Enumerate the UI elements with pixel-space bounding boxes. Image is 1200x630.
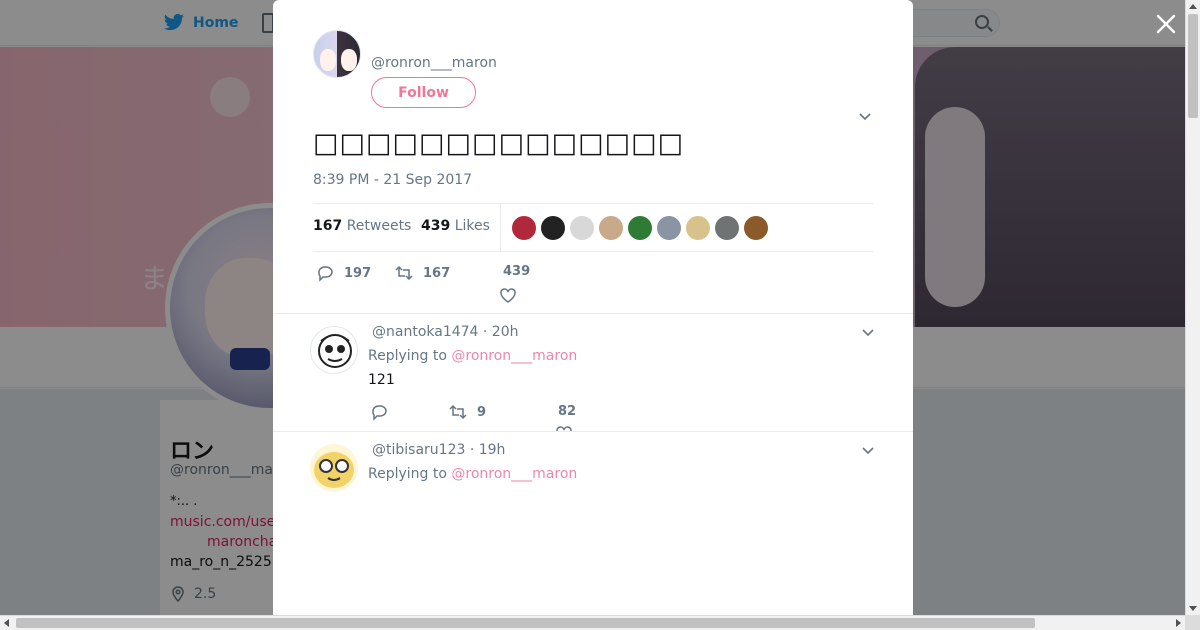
avatar-art: [320, 49, 336, 71]
avatar-art: [314, 452, 354, 488]
retweet-count: 167: [423, 265, 451, 281]
reply-tweet[interactable]: @nantoka1474 · 20h Replying to @ronron__…: [273, 313, 913, 431]
close-icon: [1156, 14, 1176, 34]
replying-to-link[interactable]: @ronron___maron: [451, 348, 577, 364]
chevron-down-icon[interactable]: [861, 328, 875, 338]
retweet-count: 9: [477, 404, 487, 420]
tweet-stats: 167 Retweets 439 Likes: [313, 203, 873, 252]
liker-avatar[interactable]: [715, 216, 739, 240]
likes-label: Likes: [454, 218, 490, 234]
chevron-down-icon[interactable]: [861, 446, 875, 456]
scrollbar-corner: [1185, 615, 1200, 630]
reply-icon: [318, 266, 333, 282]
stats-divider: [500, 204, 501, 252]
replying-to-label: Replying to: [368, 466, 447, 482]
like-count-wrap[interactable]: 439: [503, 264, 530, 279]
author-handle[interactable]: @ronron___maron: [371, 55, 497, 71]
scroll-left-arrow-icon[interactable]: [4, 619, 9, 627]
avatar-art: [318, 334, 352, 368]
likes-stat[interactable]: 439 Likes: [421, 218, 490, 234]
liker-avatar[interactable]: [686, 216, 710, 240]
liker-avatar[interactable]: [570, 216, 594, 240]
vertical-scrollbar[interactable]: [1185, 0, 1200, 615]
reply-handle-time[interactable]: @tibisaru123 · 19h: [372, 442, 505, 458]
reply-icon: [372, 405, 387, 421]
chevron-down-icon[interactable]: [858, 112, 872, 122]
reply-action[interactable]: 197: [316, 264, 371, 282]
replying-to-line: Replying to @ronron___maron: [368, 466, 577, 482]
replying-to-label: Replying to: [368, 348, 447, 364]
reply-avatar[interactable]: [310, 326, 358, 374]
horizontal-scrollbar[interactable]: [0, 615, 1185, 630]
scrollbar-thumb[interactable]: [1188, 14, 1198, 118]
reply-tweet[interactable]: @tibisaru123 · 19h Replying to @ronron__…: [273, 431, 913, 615]
liker-avatar[interactable]: [541, 216, 565, 240]
author-avatar[interactable]: [313, 30, 361, 78]
follow-button[interactable]: Follow: [371, 77, 476, 108]
tweet-permalink-modal: @ronron___maron Follow □□□□□□□□□□□□□□ 8:…: [273, 0, 913, 615]
scroll-right-arrow-icon[interactable]: [1176, 619, 1181, 627]
scrollbar-thumb[interactable]: [16, 618, 1035, 628]
reply-avatar[interactable]: [310, 444, 358, 492]
liker-avatar[interactable]: [744, 216, 768, 240]
liker-avatar[interactable]: [512, 216, 536, 240]
reply-count: 197: [344, 265, 372, 281]
replying-to-line: Replying to @ronron___maron: [368, 348, 577, 364]
retweet-icon: [395, 265, 413, 281]
tweet-actions: 197 167 439: [313, 262, 873, 305]
replying-to-link[interactable]: @ronron___maron: [451, 466, 577, 482]
heart-icon[interactable]: [499, 287, 517, 305]
close-modal-button[interactable]: [1153, 11, 1179, 37]
like-action[interactable]: 82: [558, 404, 576, 419]
scroll-up-arrow-icon[interactable]: [1189, 4, 1197, 9]
retweets-stat[interactable]: 167 Retweets: [313, 218, 411, 234]
like-count: 82: [558, 404, 577, 419]
reply-handle-time[interactable]: @nantoka1474 · 20h: [372, 324, 519, 340]
retweet-action[interactable]: 167: [395, 264, 450, 282]
retweets-label: Retweets: [346, 218, 412, 234]
reply-action[interactable]: [370, 403, 388, 421]
likers-avatar-list: [512, 216, 768, 240]
liker-avatar[interactable]: [628, 216, 652, 240]
retweets-count: 167: [313, 218, 343, 234]
retweet-action[interactable]: 9: [449, 403, 486, 421]
retweet-icon: [449, 404, 467, 420]
scroll-down-arrow-icon[interactable]: [1189, 606, 1197, 611]
reply-text: 121: [368, 372, 395, 388]
tweet-timestamp[interactable]: 8:39 PM - 21 Sep 2017: [313, 172, 472, 188]
likes-count: 439: [421, 218, 451, 234]
liker-avatar[interactable]: [599, 216, 623, 240]
tweet-text: □□□□□□□□□□□□□□: [313, 128, 685, 159]
avatar-art: [341, 49, 357, 71]
like-count: 439: [503, 264, 531, 279]
liker-avatar[interactable]: [657, 216, 681, 240]
